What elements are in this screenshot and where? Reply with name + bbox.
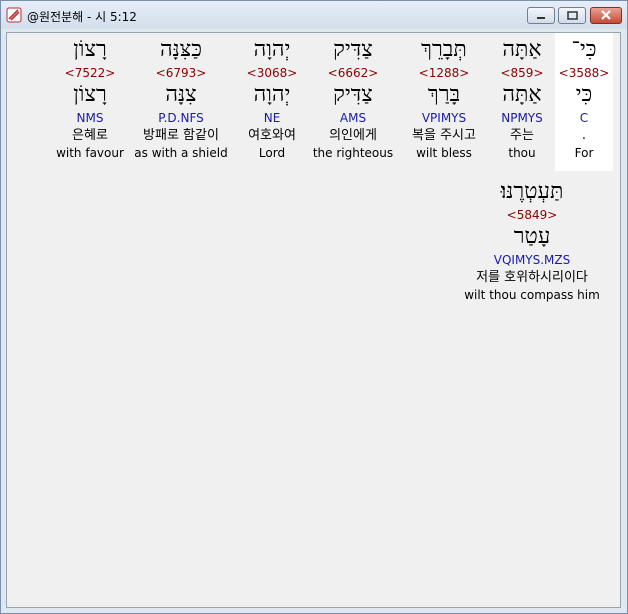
title-bar[interactable]: @원전분해 - 시 5:12	[1, 1, 627, 29]
strong-number[interactable]: <7522>	[30, 65, 150, 81]
hebrew-lemma: רָצוֹן	[73, 82, 107, 107]
minimize-button[interactable]	[527, 7, 555, 24]
word-column[interactable]: תַּעְטְרֶנּוּ׃ <5849> עָטַר VQIMYS.MZS 저…	[447, 177, 617, 303]
strong-number[interactable]: <5849>	[447, 207, 617, 223]
close-icon	[601, 10, 611, 20]
hebrew-word: רָצוֹן	[73, 37, 107, 62]
analysis-panel: כִּי־ <3588> כִּי C . For אַתָּה <859> א…	[6, 32, 621, 608]
minimize-icon	[537, 17, 545, 19]
maximize-icon	[567, 11, 578, 20]
window-title: @원전분해 - 시 5:12	[27, 10, 137, 24]
app-window: @원전분해 - 시 5:12 כִּי־ <3588> כִּי C . For	[0, 0, 628, 614]
maximize-button[interactable]	[558, 7, 586, 24]
hebrew-lemma: עָטַר	[513, 224, 551, 249]
morphology-code: VQIMYS.MZS	[493, 253, 571, 267]
english-gloss: wilt thou compass him	[464, 288, 600, 302]
close-button[interactable]	[590, 7, 622, 24]
hebrew-word: תַּעְטְרֶנּוּ׃	[500, 179, 564, 204]
korean-gloss: 저를 호위하시리이다	[476, 270, 588, 285]
app-icon	[6, 7, 22, 23]
korean-gloss: 은혜로	[72, 128, 108, 143]
word-column[interactable]: רָצוֹן <7522> רָצוֹן NMS 은혜로 with favour	[30, 35, 150, 161]
morphology-code: NMS	[76, 111, 104, 125]
english-gloss: with favour	[56, 146, 124, 160]
